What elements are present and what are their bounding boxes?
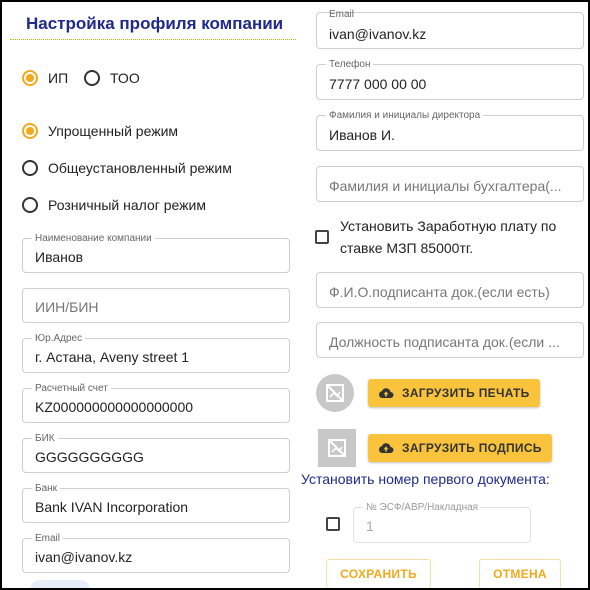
bank-value: Bank IVAN Incorporation — [35, 499, 189, 515]
email-field[interactable]: Email ivan@ivanov.kz — [316, 9, 584, 49]
cancel-button[interactable]: ОТМЕНА — [479, 559, 561, 588]
scroll-hint — [30, 580, 90, 588]
signer-position-field[interactable]: Должность подписанта док.(если ... — [316, 322, 584, 358]
doc-number-value: 1 — [366, 518, 374, 534]
accountant-placeholder: Фамилия и инициалы бухгалтера(... — [329, 178, 562, 194]
doc-number-checkbox[interactable] — [326, 517, 340, 531]
stamp-preview — [316, 374, 354, 412]
legal-address-field[interactable]: Юр.Адрес г. Астана, Aveny street 1 — [22, 333, 290, 373]
bank-account-field[interactable]: Расчетный счет KZ000000000000000000 — [22, 383, 290, 423]
signer-name-placeholder: Ф.И.О.подписанта док.(если есть) — [329, 284, 550, 300]
radio-selected-icon — [22, 123, 38, 139]
radio-too-label: ТОО — [110, 70, 140, 86]
radio-unselected-icon — [22, 197, 38, 213]
radio-ip[interactable]: ИП — [22, 70, 68, 86]
no-image-icon — [326, 384, 344, 402]
upload-signature-label: ЗАГРУЗИТЬ ПОДПИСЬ — [402, 441, 542, 455]
salary-checkbox-line1: Установить Заработную плату по — [340, 218, 557, 234]
bank-account-label: Расчетный счет — [32, 383, 111, 394]
legal-address-label: Юр.Адрес — [32, 333, 86, 344]
company-profile-dialog: Настройка профиля компании ИП ТОО Упроще… — [0, 0, 590, 590]
phone-label: Телефон — [326, 59, 374, 70]
iin-bin-placeholder: ИИН/БИН — [35, 299, 99, 315]
radio-ip-label: ИП — [48, 70, 69, 86]
left-email-value: ivan@ivanov.kz — [35, 549, 133, 565]
upload-stamp-label: ЗАГРУЗИТЬ ПЕЧАТЬ — [402, 386, 530, 400]
salary-checkbox-line2: ставке МЗП 85000тг. — [340, 240, 474, 256]
phone-value: 7777 000 00 00 — [329, 76, 427, 92]
bik-value: GGGGGGGGGG — [35, 449, 144, 465]
iin-bin-field[interactable]: ИИН/БИН — [22, 288, 290, 323]
salary-checkbox[interactable] — [315, 230, 329, 244]
bik-label: БИК — [32, 433, 58, 444]
radio-general-regime[interactable]: Общеустановленный режим — [22, 160, 232, 176]
director-value: Иванов И. — [329, 127, 395, 143]
bik-field[interactable]: БИК GGGGGGGGGG — [22, 433, 290, 473]
company-name-label: Наименование компании — [32, 233, 155, 244]
signer-name-field[interactable]: Ф.И.О.подписанта док.(если есть) — [316, 272, 584, 308]
company-name-field[interactable]: Наименование компании Иванов — [22, 233, 290, 273]
radio-simplified-regime[interactable]: Упрощенный режим — [22, 123, 178, 139]
page-title: Настройка профиля компании — [26, 14, 284, 33]
accountant-field[interactable]: Фамилия и инициалы бухгалтера(... — [316, 166, 584, 202]
radio-too[interactable]: ТОО — [84, 70, 140, 86]
doc-number-heading: Установить номер первого документа: — [301, 471, 550, 487]
legal-address-value: г. Астана, Aveny street 1 — [35, 349, 190, 365]
upload-stamp-button[interactable]: ЗАГРУЗИТЬ ПЕЧАТЬ — [368, 379, 540, 407]
no-image-icon — [328, 439, 346, 457]
bank-label: Банк — [32, 483, 61, 494]
left-email-label: Email — [32, 533, 64, 544]
cloud-upload-icon — [379, 388, 394, 398]
doc-number-label: № ЭСФ/АВР/Накладная — [363, 502, 482, 513]
email-label: Email — [329, 9, 355, 20]
radio-general-label: Общеустановленный режим — [48, 160, 232, 176]
doc-number-field[interactable]: № ЭСФ/АВР/Накладная 1 — [353, 502, 531, 543]
radio-retail-regime[interactable]: Розничный налог режим — [22, 197, 206, 213]
company-name-value: Иванов — [35, 249, 84, 265]
radio-unselected-icon — [22, 160, 38, 176]
upload-signature-button[interactable]: ЗАГРУЗИТЬ ПОДПИСЬ — [368, 434, 552, 462]
signature-preview — [318, 429, 356, 467]
radio-selected-icon — [22, 70, 38, 86]
cloud-upload-icon — [379, 443, 394, 453]
left-email-field[interactable]: Email ivan@ivanov.kz — [22, 533, 290, 573]
signer-position-placeholder: Должность подписанта док.(если ... — [329, 334, 560, 350]
title-divider — [10, 39, 296, 40]
radio-retail-label: Розничный налог режим — [48, 197, 206, 213]
director-field[interactable]: Фамилия и инициалы директора Иванов И. — [316, 110, 584, 151]
save-button[interactable]: СОХРАНИТЬ — [326, 559, 431, 588]
email-value: ivan@ivanov.kz — [329, 26, 427, 42]
radio-simplified-label: Упрощенный режим — [48, 123, 179, 139]
bank-account-value: KZ000000000000000000 — [35, 399, 194, 415]
director-label: Фамилия и инициалы директора — [326, 110, 484, 121]
bank-field[interactable]: Банк Bank IVAN Incorporation — [22, 483, 290, 523]
phone-field[interactable]: Телефон 7777 000 00 00 — [316, 59, 584, 100]
radio-unselected-icon — [84, 70, 100, 86]
